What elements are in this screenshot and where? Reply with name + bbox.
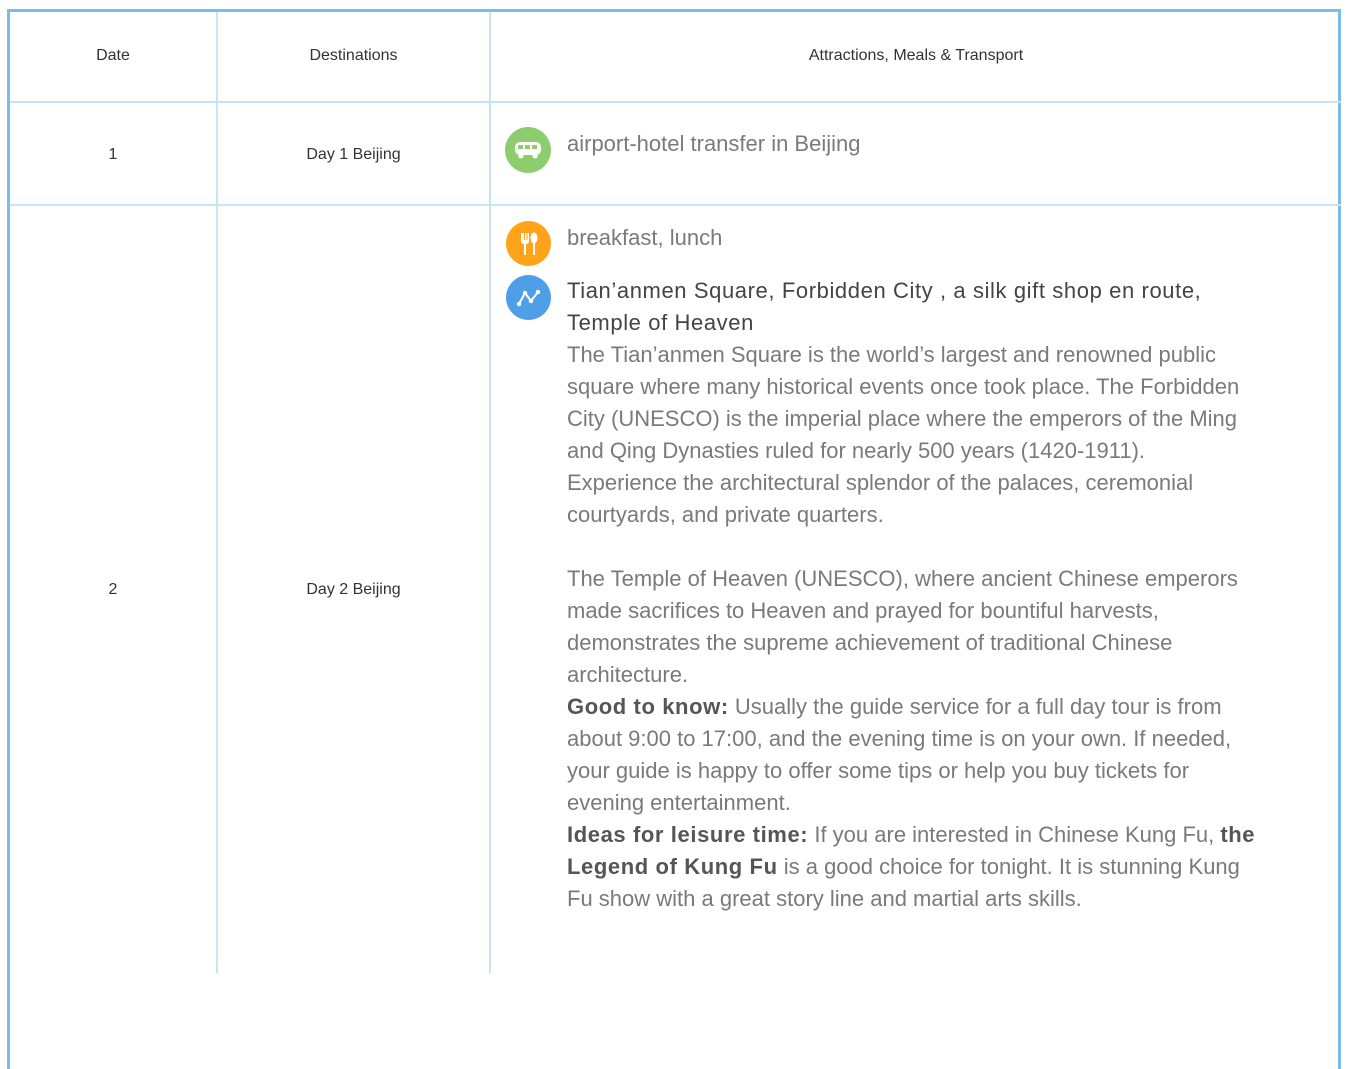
fork-knife-icon (506, 221, 551, 266)
leisure-ideas-text: If you are interested in Chinese Kung Fu… (808, 822, 1221, 847)
row-2-destination: Day 2 Beijing (306, 581, 401, 598)
row-divider (10, 204, 1341, 206)
header-details: Attractions, Meals & Transport (808, 47, 1024, 64)
route-icon (506, 275, 551, 320)
row-divider (10, 101, 1341, 103)
row-2-date: 2 (108, 581, 118, 598)
row-1-date: 1 (108, 146, 118, 163)
row-1-transport: airport-hotel transfer in Beijing (567, 131, 861, 156)
header-destinations: Destinations (309, 47, 398, 64)
attractions-description-2: The Temple of Heaven (UNESCO), where anc… (567, 566, 1238, 687)
leisure-ideas: Ideas for leisure time: If you are inter… (567, 819, 1257, 915)
leisure-ideas-label: Ideas for leisure time: (567, 822, 809, 847)
bus-icon (505, 127, 551, 173)
good-to-know: Good to know: Usually the guide service … (567, 691, 1257, 819)
column-divider (489, 12, 491, 973)
attractions-description-1: The Tian’anmen Square is the world’s lar… (567, 342, 1240, 527)
row-2-attractions: Tian’anmen Square, Forbidden City , a si… (567, 275, 1257, 915)
attractions-title: Tian’anmen Square, Forbidden City , a si… (567, 278, 1202, 335)
row-1-destination: Day 1 Beijing (306, 146, 401, 163)
row-2-meals: breakfast, lunch (567, 225, 723, 250)
good-to-know-label: Good to know: (567, 694, 729, 719)
header-date: Date (96, 47, 130, 64)
